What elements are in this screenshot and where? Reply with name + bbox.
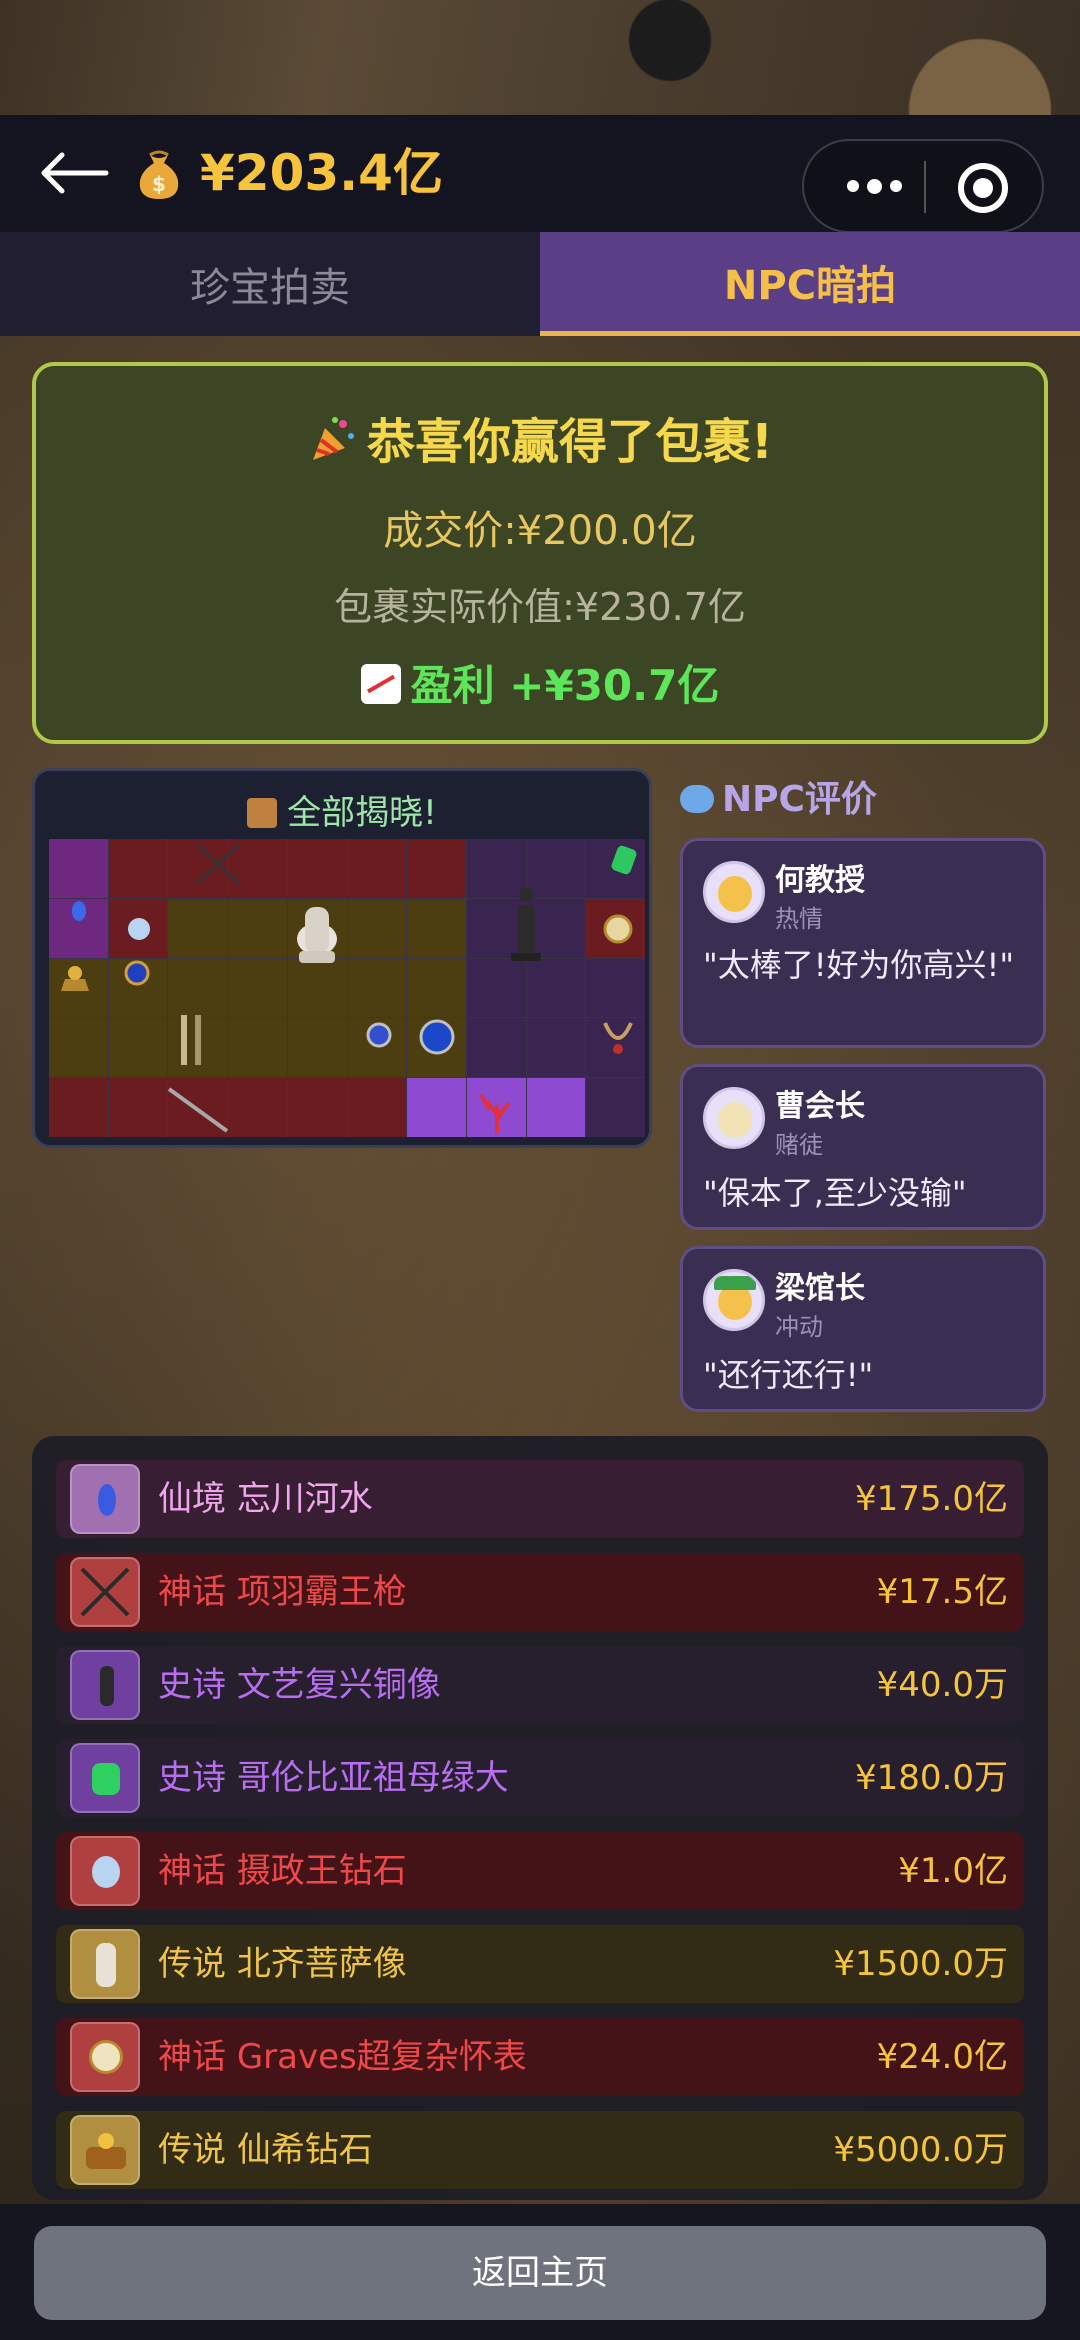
npc-heading-text: NPC评价 bbox=[722, 779, 877, 820]
item-price: ¥1500.0万 bbox=[833, 1944, 1008, 1984]
sapphire-icon bbox=[124, 960, 150, 986]
item-name: 神话 摄政王钻石 bbox=[158, 1851, 407, 1891]
list-item[interactable]: 传说 仙希钻石 ¥5000.0万 bbox=[56, 2111, 1024, 2189]
avatar bbox=[703, 1087, 765, 1149]
npc-quote: "还行还行!" bbox=[703, 1356, 874, 1394]
npc-trait: 热情 bbox=[775, 905, 823, 933]
item-name: 神话 Graves超复杂怀表 bbox=[158, 2037, 527, 2077]
npc-section-heading: NPC评价 bbox=[680, 770, 877, 822]
bronze-sword-icon bbox=[181, 1015, 201, 1065]
red-coral-icon bbox=[479, 1094, 511, 1133]
necklace-icon bbox=[603, 1022, 633, 1054]
crossed-spears-icon bbox=[70, 1557, 140, 1627]
target-close-icon[interactable] bbox=[958, 163, 1008, 213]
background-photo bbox=[0, 0, 1080, 115]
bronze-statue-icon bbox=[70, 1650, 140, 1720]
npc-quote: "太棒了!好为你高兴!" bbox=[703, 946, 1015, 984]
package-icon bbox=[247, 798, 278, 828]
bodhisattva-statue-icon bbox=[70, 1929, 140, 1999]
list-item[interactable]: 神话 Graves超复杂怀表 ¥24.0亿 bbox=[56, 2018, 1024, 2096]
jewel-box-icon bbox=[70, 2115, 140, 2185]
capsule-divider bbox=[924, 161, 926, 213]
list-item[interactable]: 史诗 哥伦比亚祖母绿大 ¥180.0万 bbox=[56, 1739, 1024, 1817]
list-item[interactable]: 神话 项羽霸王枪 ¥17.5亿 bbox=[56, 1553, 1024, 1631]
npc-name: 何教授 bbox=[775, 863, 865, 898]
reveal-panel: 全部揭晓! bbox=[32, 768, 652, 1148]
more-dots-icon[interactable] bbox=[834, 141, 914, 231]
item-price: ¥5000.0万 bbox=[833, 2130, 1008, 2170]
win-title-text: 恭喜你赢得了包裹! bbox=[367, 414, 773, 470]
balance-amount: ¥203.4亿 bbox=[200, 144, 443, 202]
profit-text: 盈利 +¥30.7亿 bbox=[410, 661, 720, 710]
deal-price: 成交价:¥200.0亿 bbox=[383, 508, 697, 554]
arrow-left-icon[interactable] bbox=[36, 148, 112, 198]
speech-bubble-icon bbox=[680, 785, 714, 813]
crossed-spears-icon bbox=[195, 843, 241, 885]
item-price: ¥180.0万 bbox=[855, 1758, 1008, 1798]
list-item[interactable]: 史诗 文艺复兴铜像 ¥40.0万 bbox=[56, 1646, 1024, 1724]
bodhisattva-statue-icon bbox=[297, 907, 337, 963]
party-popper-icon bbox=[313, 417, 355, 460]
item-list: 仙境 忘川河水 ¥175.0亿 神话 项羽霸王枪 ¥17.5亿 史诗 文艺复兴铜… bbox=[32, 1436, 1048, 2200]
profit-line: 盈利 +¥30.7亿 bbox=[36, 652, 1044, 713]
tab-treasure-auction[interactable]: 珍宝拍卖 bbox=[0, 232, 540, 336]
header-bar: $ ¥203.4亿 bbox=[0, 115, 1080, 233]
win-result-card: 恭喜你赢得了包裹! 成交价:¥200.0亿 包裹实际价值:¥230.7亿 盈利 … bbox=[32, 362, 1048, 744]
emerald-icon bbox=[611, 845, 637, 875]
item-name: 史诗 文艺复兴铜像 bbox=[158, 1665, 441, 1705]
npc-name: 曹会长 bbox=[775, 1089, 865, 1124]
npc-name: 梁馆长 bbox=[775, 1271, 865, 1306]
pocket-watch-icon bbox=[70, 2022, 140, 2092]
diamond-icon bbox=[70, 1836, 140, 1906]
blue-orb-icon bbox=[366, 1019, 455, 1055]
item-name: 史诗 哥伦比亚祖母绿大 bbox=[158, 1758, 509, 1798]
item-price: ¥40.0万 bbox=[876, 1665, 1008, 1705]
dagger-icon bbox=[167, 1087, 229, 1133]
npc-review-card: 何教授 热情 "太棒了!好为你高兴!" bbox=[680, 838, 1046, 1048]
money-bag-icon: $ bbox=[139, 150, 179, 199]
bronze-statue-icon bbox=[511, 888, 541, 961]
emerald-icon bbox=[70, 1743, 140, 1813]
item-name: 传说 北齐菩萨像 bbox=[158, 1944, 407, 1984]
svg-text:$: $ bbox=[152, 172, 166, 196]
item-price: ¥24.0亿 bbox=[876, 2037, 1008, 2077]
diamond-icon bbox=[128, 918, 150, 940]
item-price: ¥175.0亿 bbox=[855, 1479, 1008, 1519]
list-item[interactable]: 仙境 忘川河水 ¥175.0亿 bbox=[56, 1460, 1024, 1538]
real-value: 包裹实际价值:¥230.7亿 bbox=[334, 585, 746, 629]
item-name: 仙境 忘川河水 bbox=[158, 1479, 373, 1519]
reveal-title: 全部揭晓! bbox=[35, 785, 649, 834]
npc-quote: "保本了,至少没输" bbox=[703, 1174, 967, 1212]
mini-program-capsule bbox=[802, 139, 1044, 233]
npc-review-card: 曹会长 赌徒 "保本了,至少没输" bbox=[680, 1064, 1046, 1230]
return-home-button[interactable]: 返回主页 bbox=[34, 2226, 1046, 2320]
list-item[interactable]: 传说 北齐菩萨像 ¥1500.0万 bbox=[56, 1925, 1024, 2003]
item-price: ¥1.0亿 bbox=[898, 1851, 1008, 1891]
grid-items-overlay bbox=[61, 843, 637, 1133]
app-root: $ ¥203.4亿 珍宝拍卖 NPC暗拍 恭喜你赢得了包裹! 成交价:¥200.… bbox=[0, 0, 1080, 2340]
item-name: 传说 仙希钻石 bbox=[158, 2130, 373, 2170]
chart-up-icon bbox=[360, 664, 401, 704]
potion-bottle-icon bbox=[72, 901, 86, 921]
win-title: 恭喜你赢得了包裹! bbox=[36, 402, 1044, 472]
pocket-watch-icon bbox=[603, 914, 633, 944]
avatar bbox=[703, 1269, 765, 1331]
tab-npc-blind-auction[interactable]: NPC暗拍 bbox=[540, 232, 1080, 336]
item-price: ¥17.5亿 bbox=[876, 1572, 1008, 1612]
npc-trait: 赌徒 bbox=[775, 1131, 823, 1159]
item-name: 神话 项羽霸王枪 bbox=[158, 1572, 407, 1612]
npc-trait: 冲动 bbox=[775, 1313, 823, 1341]
reveal-title-text: 全部揭晓! bbox=[287, 793, 437, 833]
tab-bar: 珍宝拍卖 NPC暗拍 bbox=[0, 232, 1080, 336]
potion-bottle-icon bbox=[70, 1464, 140, 1534]
jewel-box-icon bbox=[61, 966, 89, 991]
avatar bbox=[703, 861, 765, 923]
footer-bar: 返回主页 bbox=[0, 2204, 1080, 2340]
list-item[interactable]: 神话 摄政王钻石 ¥1.0亿 bbox=[56, 1832, 1024, 1910]
npc-review-card: 梁馆长 冲动 "还行还行!" bbox=[680, 1246, 1046, 1412]
